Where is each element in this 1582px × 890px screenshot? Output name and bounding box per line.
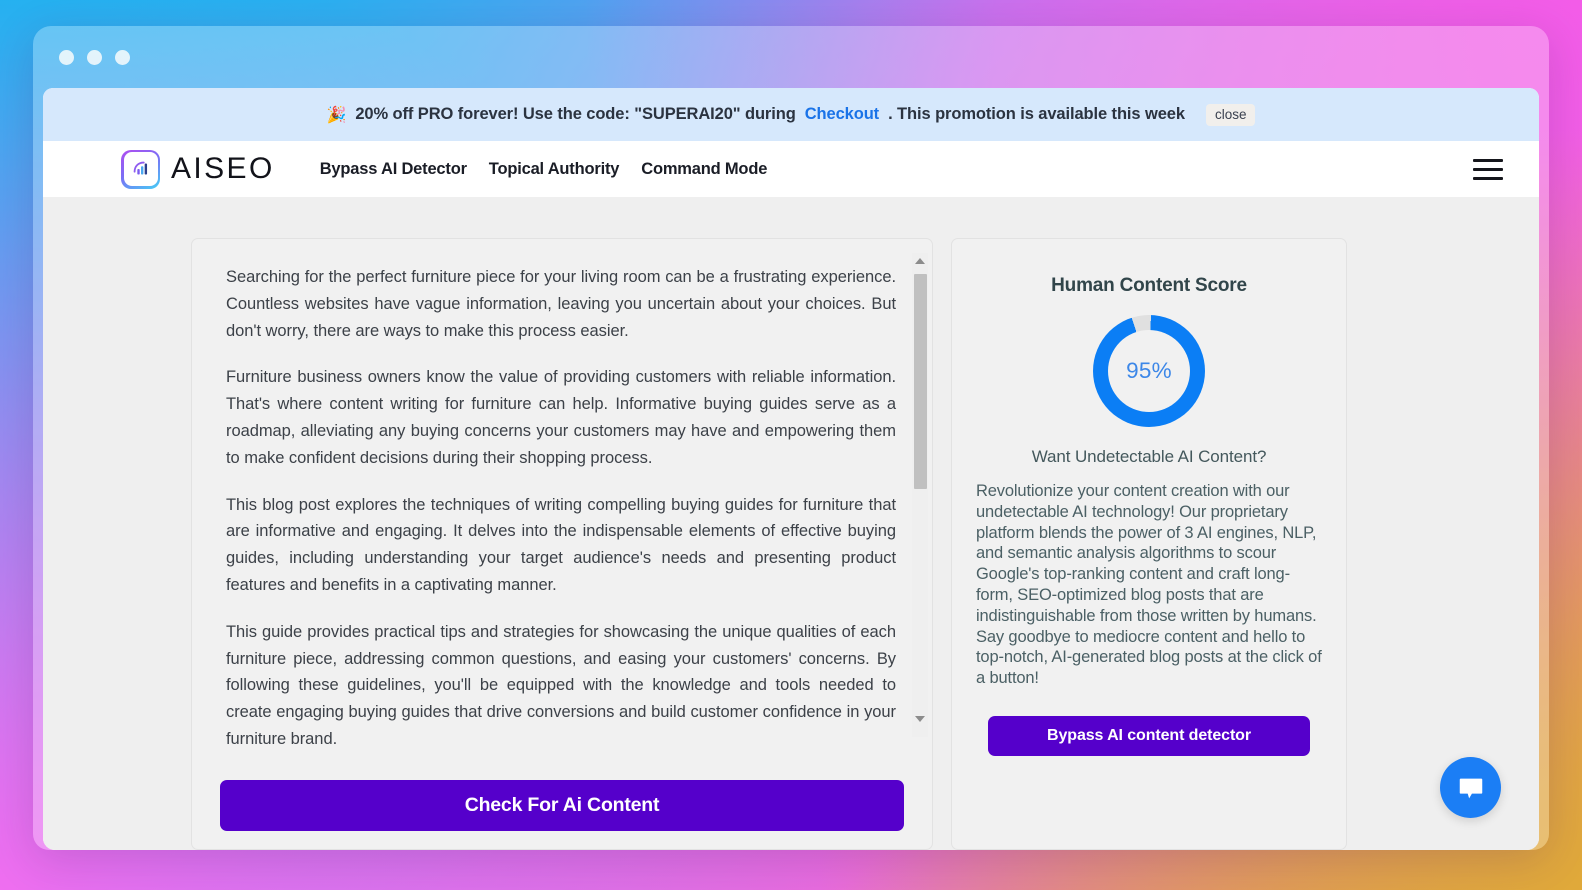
nav-item-topical-authority[interactable]: Topical Authority	[489, 160, 620, 179]
score-title: Human Content Score	[1051, 275, 1247, 296]
content-editor-card: Searching for the perfect furniture piec…	[191, 238, 933, 850]
app-body: Searching for the perfect furniture piec…	[43, 197, 1539, 850]
hamburger-line	[1473, 158, 1503, 162]
hamburger-line	[1473, 167, 1503, 171]
editor-textarea[interactable]: Searching for the perfect furniture piec…	[192, 239, 932, 780]
hamburger-menu-icon[interactable]	[1473, 153, 1503, 186]
close-dot[interactable]	[59, 49, 74, 65]
promo-text-after: . This promotion is available this week	[888, 105, 1185, 123]
aiseo-logo-icon	[121, 149, 160, 189]
minimize-dot[interactable]	[87, 49, 102, 65]
maximize-dot[interactable]	[115, 49, 130, 65]
logo-wordmark: AISEO	[171, 152, 275, 185]
score-subtitle: Want Undetectable AI Content?	[1031, 447, 1267, 466]
desktop-backdrop: 🎉 20% off PRO forever! Use the code: "SU…	[0, 0, 1582, 890]
scroll-up-arrow-icon[interactable]	[912, 253, 928, 269]
hamburger-line	[1473, 176, 1503, 180]
score-description: Revolutionize your content creation with…	[976, 482, 1322, 688]
logo[interactable]: AISEO	[121, 149, 275, 189]
scrollbar-thumb[interactable]	[914, 274, 927, 489]
checkout-link[interactable]: Checkout	[805, 105, 879, 124]
nav-item-command-mode[interactable]: Command Mode	[641, 160, 767, 179]
close-banner-button[interactable]: close	[1205, 103, 1256, 126]
page-viewport: 🎉 20% off PRO forever! Use the code: "SU…	[43, 88, 1539, 850]
check-for-ai-content-button[interactable]: Check For Ai Content	[220, 780, 904, 831]
editor-scrollbar[interactable]	[912, 253, 928, 737]
bypass-ai-content-detector-button[interactable]: Bypass AI content detector	[988, 715, 1310, 756]
promo-banner: 🎉 20% off PRO forever! Use the code: "SU…	[43, 88, 1539, 141]
promo-text-before: 20% off PRO forever! Use the code: "SUPE…	[355, 105, 796, 123]
editor-paragraph: This guide provides practical tips and s…	[226, 622, 896, 748]
editor-paragraph: Searching for the perfect furniture piec…	[226, 268, 896, 340]
score-gauge: 95%	[1093, 315, 1205, 427]
nav-item-bypass-ai-detector[interactable]: Bypass AI Detector	[320, 160, 467, 179]
chat-bubble-icon	[1459, 778, 1482, 798]
chat-widget-button[interactable]	[1440, 757, 1501, 818]
browser-window: 🎉 20% off PRO forever! Use the code: "SU…	[33, 26, 1549, 850]
scroll-down-arrow-icon[interactable]	[912, 711, 928, 727]
browser-titlebar	[33, 26, 1549, 88]
main-nav: Bypass AI Detector Topical Authority Com…	[320, 160, 768, 179]
site-header: AISEO Bypass AI Detector Topical Authori…	[43, 141, 1539, 197]
score-value: 95%	[1126, 358, 1172, 383]
editor-paragraph: This blog post explores the techniques o…	[226, 495, 896, 594]
editor-paragraph: Furniture business owners know the value…	[226, 368, 896, 467]
party-popper-icon: 🎉	[326, 106, 347, 124]
human-content-score-card: Human Content Score 95% Want Undetectabl…	[951, 238, 1347, 850]
score-donut-ring: 95%	[1093, 315, 1205, 427]
